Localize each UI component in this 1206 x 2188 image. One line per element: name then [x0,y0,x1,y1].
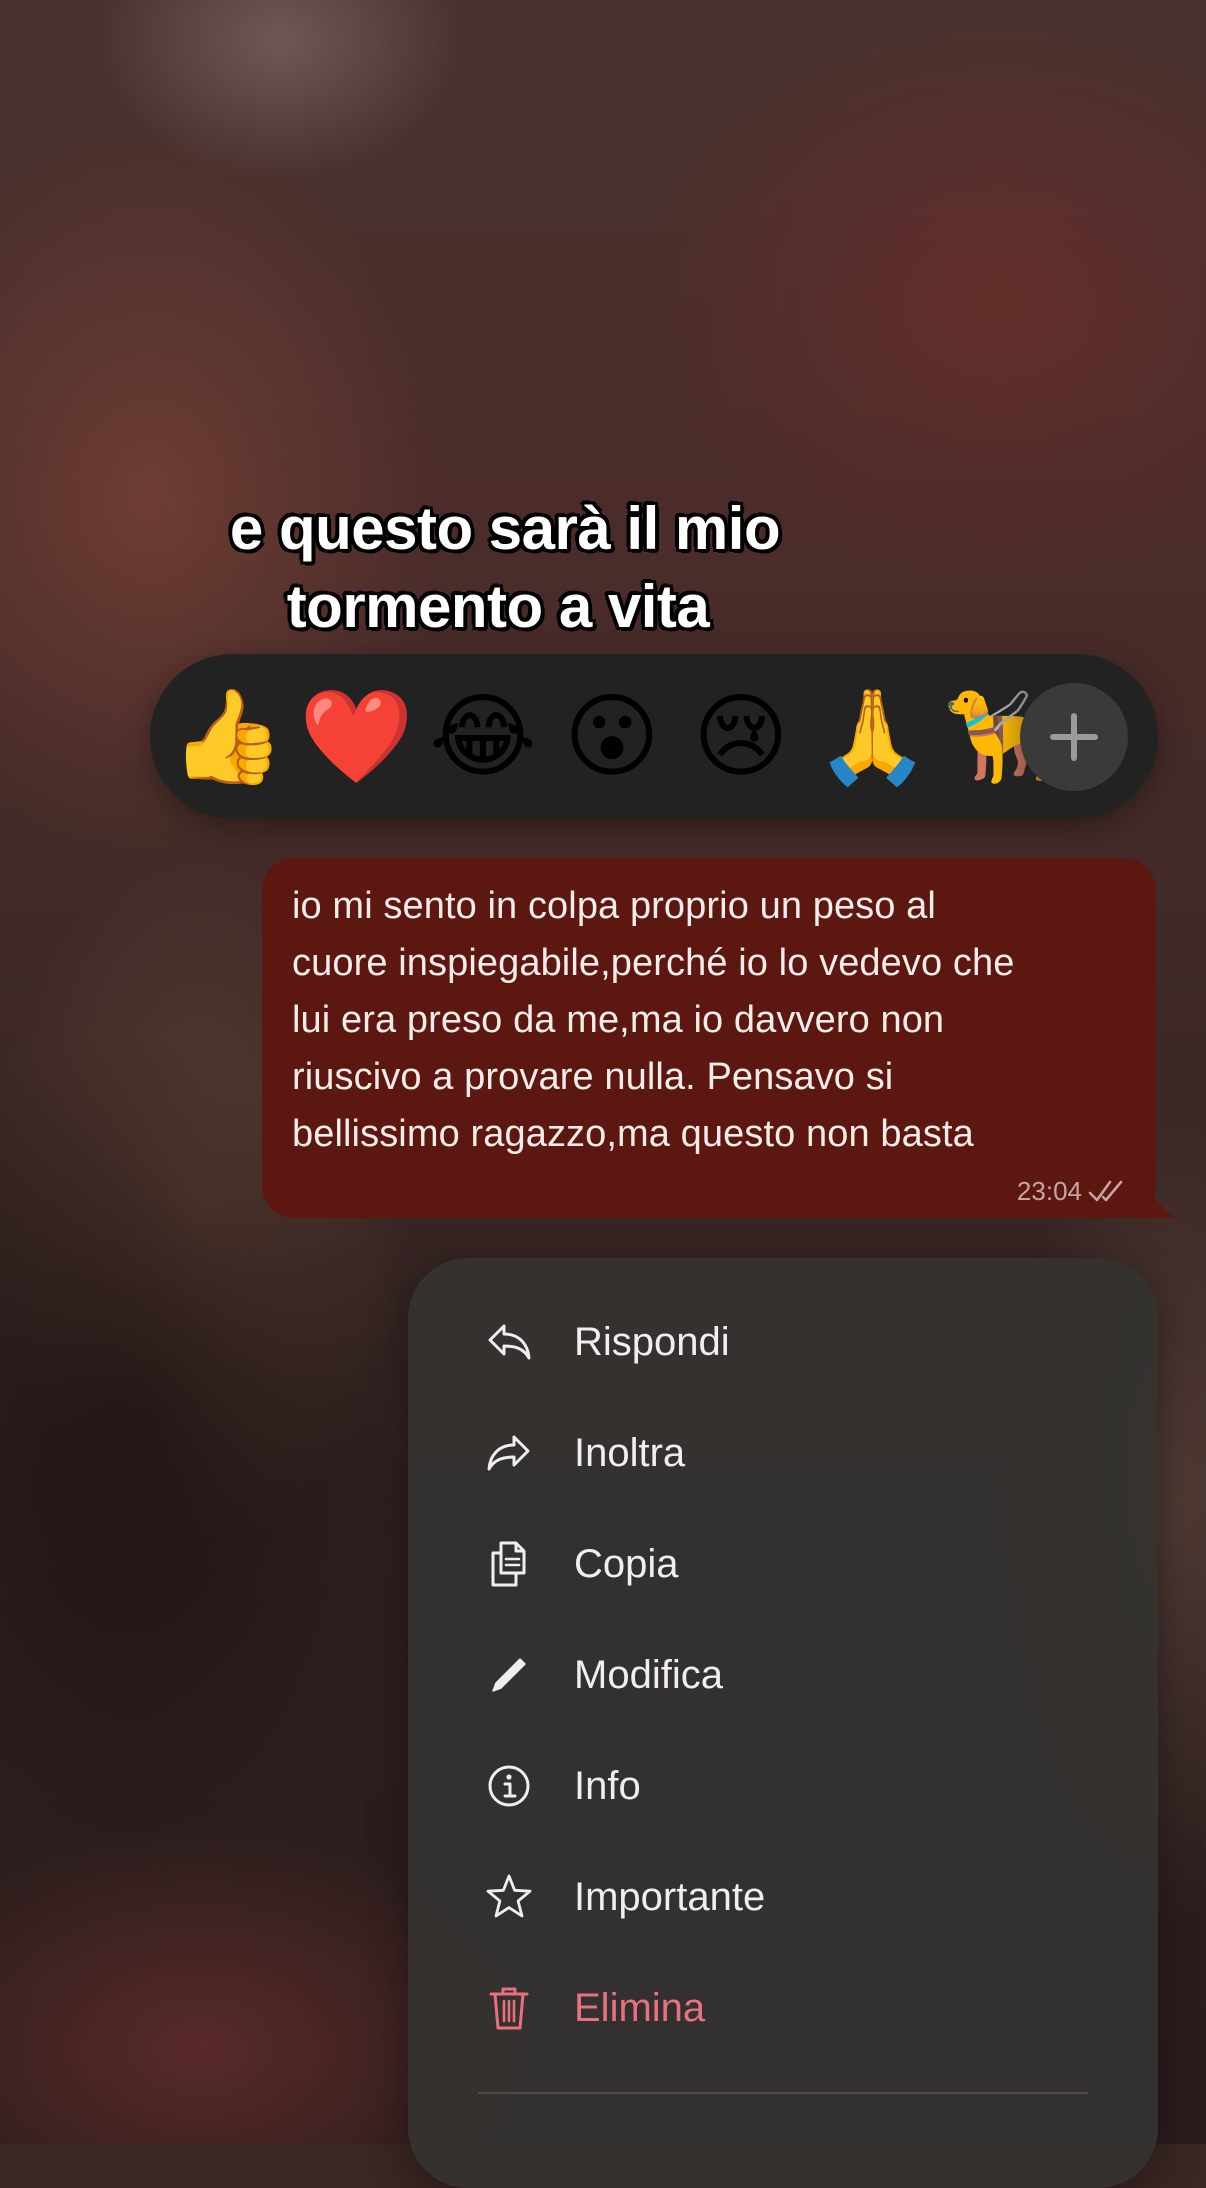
info-icon [488,1765,530,1807]
reply-icon [488,1324,531,1360]
pencil-icon [492,1658,526,1692]
reaction-laughing[interactable]: 😂 [428,682,538,792]
reaction-heart[interactable]: ❤️ [299,682,414,792]
reaction-surprised[interactable]: 😮 [557,682,667,792]
message-time: 23:04 [1016,1175,1082,1206]
reaction-bar: 👍 ❤️ 😂 😮 😢 🙏 🦮 [150,654,1158,819]
message-text: io mi sento in colpa proprio un peso al … [292,885,1015,1155]
menu-item-label: Rispondi [574,1320,730,1364]
menu-item-label: Elimina [574,1986,706,2030]
message-meta: 23:04 [1017,1174,1126,1208]
menu-item-delete[interactable]: Elimina [408,1958,1158,2058]
double-check-icon [1088,1180,1123,1202]
menu-item-edit[interactable]: Modifica [408,1625,1158,1725]
menu-item-info[interactable]: Info [408,1736,1158,1836]
menu-item-copy[interactable]: Copia [408,1514,1158,1614]
message-bubble[interactable]: io mi sento in colpa proprio un peso al … [262,858,1174,1218]
plus-icon-vertical [1071,713,1077,761]
menu-item-label: Copia [574,1542,679,1586]
menu-item-label: Importante [574,1875,766,1919]
overlay-caption: e questo sarà il mio tormento a vita [0,490,1206,646]
copy-icon [491,1541,526,1587]
menu-item-reply[interactable]: Rispondi [408,1292,1158,1392]
reaction-thumbs-up[interactable]: 👍 [170,682,285,792]
menu-divider [478,2092,1088,2094]
menu-item-forward[interactable]: Inoltra [408,1403,1158,1503]
menu-item-star[interactable]: Importante [408,1847,1158,1947]
menu-item-label: Info [574,1764,641,1808]
add-reaction-button[interactable] [1020,683,1128,791]
reaction-crying[interactable]: 😢 [686,682,796,792]
trash-icon [489,1987,529,2030]
caption-line-2: tormento a vita [286,573,710,640]
star-icon [486,1874,532,1918]
context-menu: Rispondi Inoltra Copia Modifica Info Imp… [408,1258,1158,2188]
forward-icon [487,1435,530,1471]
menu-item-label: Inoltra [574,1431,686,1475]
menu-item-label: Modifica [574,1653,723,1697]
reaction-praying-hands[interactable]: 🙏 [815,682,930,792]
caption-line-1: e questo sarà il mio [229,495,781,562]
